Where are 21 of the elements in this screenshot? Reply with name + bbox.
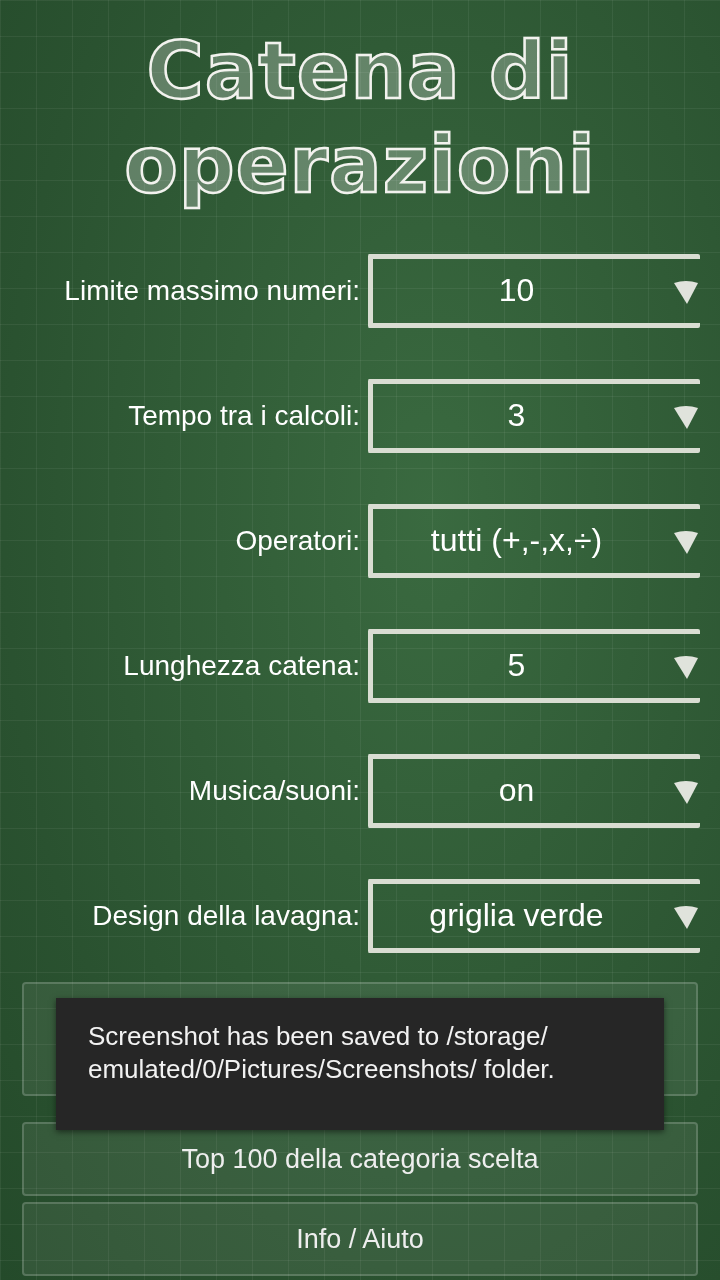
- caret-icon: [672, 278, 700, 305]
- caret-icon: [672, 778, 700, 805]
- caret-icon: [672, 528, 700, 555]
- menu-button[interactable]: Info / Aiuto: [22, 1202, 698, 1276]
- dropdown[interactable]: 5: [368, 628, 700, 703]
- dropdown[interactable]: griglia verde: [368, 878, 700, 953]
- setting-label: Design della lavagna:: [91, 898, 360, 933]
- dropdown[interactable]: tutti (+,-,x,÷): [368, 503, 700, 578]
- caret-icon: [672, 403, 700, 430]
- setting-label: Tempo tra i calcoli:: [127, 398, 360, 433]
- setting-label: Limite massimo numeri:: [63, 273, 360, 308]
- caret-icon: [672, 903, 700, 930]
- app-title: Catena di operazioni: [123, 25, 597, 212]
- screenshot-toast: Screenshot has been saved to /storage/ emulated/0/Pictures/Screenshots/ folder.: [56, 998, 664, 1130]
- dropdown[interactable]: 10: [368, 253, 700, 328]
- dropdown[interactable]: 3: [368, 378, 700, 453]
- setting-label: Musica/suoni:: [187, 773, 360, 808]
- dropdown[interactable]: on: [368, 753, 700, 828]
- caret-icon: [672, 653, 700, 680]
- setting-label: Operatori:: [234, 523, 360, 558]
- setting-label: Lunghezza catena:: [122, 648, 360, 683]
